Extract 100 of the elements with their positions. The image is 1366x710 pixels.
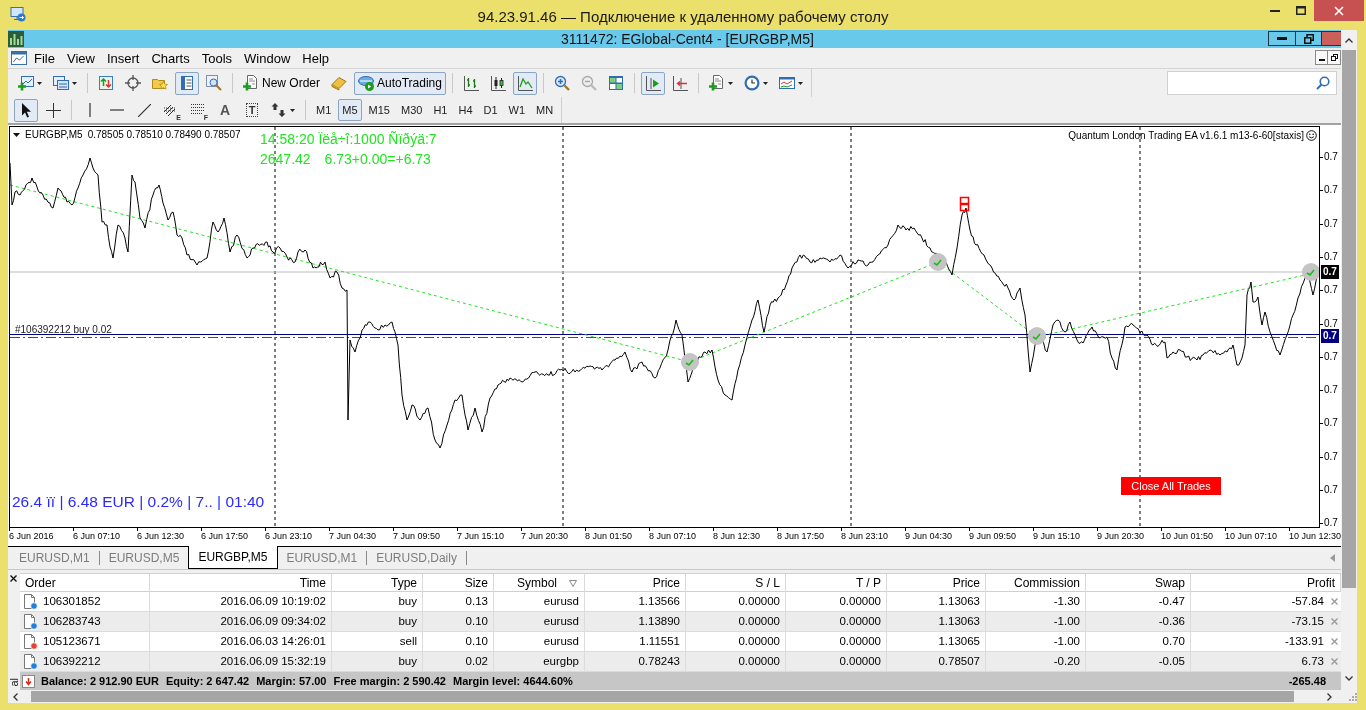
- table-cell: -0.05: [1086, 652, 1191, 671]
- close-icon[interactable]: [10, 575, 17, 582]
- menu-item[interactable]: Insert: [100, 51, 146, 65]
- minimize-button[interactable]: [1315, 50, 1328, 65]
- table-cell: 0.78507: [887, 652, 986, 671]
- restore-button[interactable]: [1328, 50, 1341, 65]
- trendline-icon: [137, 103, 151, 117]
- resize-grip-icon: [1348, 692, 1357, 701]
- table-cell: 2016.06.09 10:19:02: [150, 592, 332, 611]
- table-cell: eurusd: [494, 612, 585, 631]
- tool-button[interactable]: A: [213, 98, 237, 122]
- chart-tab[interactable]: EURUSD,Daily: [367, 547, 466, 569]
- table-cell: 106301852: [43, 595, 101, 608]
- close-all-button[interactable]: Close All Trades: [1121, 477, 1221, 495]
- table-cell: -0.47: [1086, 592, 1191, 611]
- window-title: 3111472: EGlobal-Cent4 - [EURGBP,M5]: [560, 32, 814, 46]
- timeframe-button[interactable]: H4: [454, 99, 477, 121]
- chevron-right-icon[interactable]: [1327, 692, 1332, 701]
- candlestick-icon: [489, 75, 506, 91]
- time-axis-label: 7 Jun 20:30: [521, 532, 569, 541]
- toolbar-button[interactable]: New Order: [239, 71, 324, 95]
- toolbar-button[interactable]: [512, 71, 537, 95]
- price-axis-label: 0.7: [1324, 184, 1338, 196]
- table-cell: 0.13: [423, 592, 494, 611]
- tool-button[interactable]: T: [240, 98, 264, 122]
- window-list-icon: [179, 75, 195, 91]
- table-cell: 1.13063: [887, 612, 986, 631]
- time-axis-label: 7 Jun 15:10: [457, 532, 505, 541]
- menu-item[interactable]: Window: [238, 51, 297, 65]
- timeframe-button[interactable]: H1: [429, 99, 452, 121]
- order-label: #106392212 buy 0.02: [15, 325, 112, 335]
- timeframe-button[interactable]: W1: [504, 99, 530, 121]
- table-cell: -0.36: [1086, 612, 1191, 631]
- table-cell: 1.13065: [887, 632, 986, 651]
- time-axis-label: 6 Jun 12:30: [137, 532, 185, 541]
- time-axis-label: 8 Jun 01:50: [585, 532, 633, 541]
- timeframe-button[interactable]: D1: [479, 99, 502, 121]
- menu-item[interactable]: Help: [296, 51, 336, 65]
- close-icon: [1334, 5, 1344, 16]
- table-cell: eurusd: [494, 592, 585, 611]
- scrollbar-thumb[interactable]: [31, 691, 1294, 702]
- minimize-button[interactable]: [1268, 31, 1296, 46]
- minimize-icon: [1318, 59, 1325, 61]
- profit-text: 6.73+0.00=+6.73: [324, 150, 431, 169]
- price-axis-label: 0.7: [1324, 318, 1338, 330]
- horizontal-line-icon: [110, 109, 124, 111]
- time-axis-label: 8 Jun 07:10: [649, 532, 697, 541]
- chart-window-icon: [10, 50, 28, 66]
- search-icon: [1316, 76, 1330, 90]
- time-axis-label: 8 Jun 12:30: [713, 532, 761, 541]
- arrows-icon: [271, 102, 287, 118]
- table-cell: -1.00: [986, 612, 1086, 631]
- restore-icon: [1303, 33, 1314, 44]
- vertical-line-icon: [89, 103, 91, 117]
- order-price-label: 0.7: [1321, 329, 1339, 343]
- menu-item[interactable]: Tools: [195, 51, 239, 65]
- remote-desktop-icon: [10, 6, 26, 22]
- trade-marker-icon: [929, 253, 947, 271]
- chart-tab[interactable]: EURGBP,M5: [188, 546, 278, 569]
- search-field[interactable]: [1167, 71, 1337, 95]
- table-cell: 1.13890: [585, 612, 686, 631]
- document-plus-icon: [243, 75, 259, 91]
- toolbar-button[interactable]: AutoTrading: [354, 71, 446, 95]
- timeframe-button[interactable]: M15: [364, 99, 394, 121]
- time-axis-label: 9 Jun 20:30: [1097, 532, 1145, 541]
- menu-item[interactable]: File: [28, 51, 61, 65]
- chevron-down-icon[interactable]: [1345, 676, 1353, 681]
- chart-quotes: 0.78505 0.78510 0.78490 0.78507: [87, 130, 241, 140]
- chevron-up-icon[interactable]: [1345, 38, 1353, 43]
- chart-symbol: EURGBP,M5: [25, 130, 83, 140]
- time-axis-label: 6 Jun 23:10: [265, 532, 313, 541]
- total-profit: -265.48: [1288, 675, 1326, 687]
- tool-button[interactable]: [14, 98, 38, 122]
- timeframe-button[interactable]: M30: [396, 99, 427, 121]
- table-cell: 0.00000: [686, 632, 786, 651]
- chart-tab[interactable]: EURUSD,M1: [10, 547, 99, 569]
- scrollbar-thumb[interactable]: [1342, 50, 1356, 588]
- table-cell: buy: [332, 612, 423, 631]
- menu-item[interactable]: Charts: [145, 51, 196, 65]
- maximize-icon: [1296, 6, 1306, 15]
- restore-button[interactable]: [1296, 31, 1322, 46]
- window-title: 94.23.91.46 — Подключение к удаленному рабочему столу: [477, 7, 889, 24]
- chevron-left-icon[interactable]: [13, 692, 18, 701]
- timeframe-button[interactable]: M5: [338, 99, 362, 121]
- timeframe-button[interactable]: M1: [312, 99, 336, 121]
- fibonacci-icon: [190, 104, 206, 116]
- chart-tab[interactable]: EURUSD,M1: [277, 547, 367, 569]
- arrows-window-icon: [98, 75, 114, 91]
- menu-item[interactable]: View: [60, 51, 101, 65]
- table-cell: -1.00: [986, 632, 1086, 651]
- price-axis-label: 0.7: [1324, 284, 1338, 296]
- chart-tab[interactable]: EURUSD,M5: [99, 547, 189, 569]
- table-cell: -133.91: [1285, 635, 1324, 648]
- table-cell: 0.00000: [786, 652, 887, 671]
- price-axis-label: 0.7: [1324, 218, 1338, 230]
- toolbar-button[interactable]: [640, 71, 665, 95]
- table-cell: 2016.06.09 09:34:02: [150, 612, 332, 631]
- table-cell: 0.00000: [686, 652, 786, 671]
- timeframe-button[interactable]: MN: [532, 99, 558, 121]
- zoom-out-icon: [580, 75, 597, 91]
